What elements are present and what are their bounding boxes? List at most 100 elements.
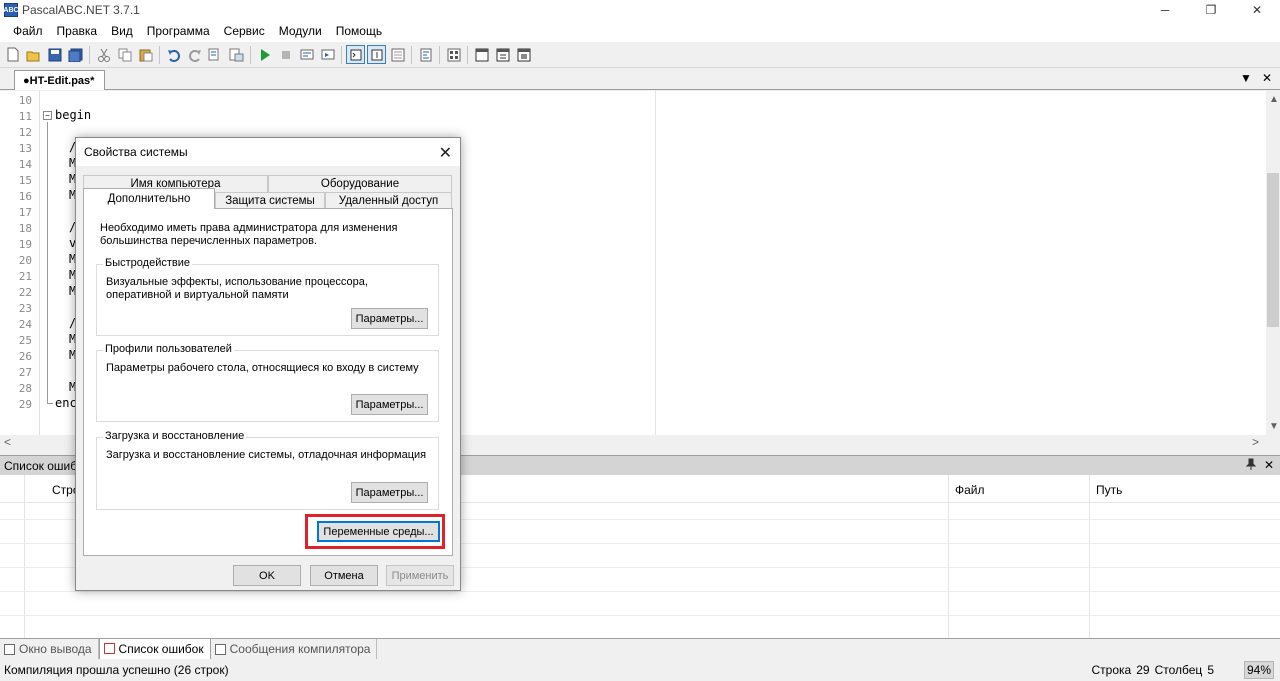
line-number: 22 [18,286,32,299]
startup-recovery-description: Загрузка и восстановление системы, отлад… [106,449,427,461]
step-icon[interactable] [297,45,316,64]
toolbar-separator [159,45,160,64]
window-title: PascalABC.NET 3.7.1 [22,3,140,17]
column-divider [948,475,949,638]
admin-notice: Необходимо иметь права администратора дл… [100,222,398,247]
stop-icon[interactable] [276,45,295,64]
zoom-level[interactable]: 94% [1244,661,1274,679]
highlight-box [305,514,445,549]
find-icon[interactable] [206,45,225,64]
copy-icon[interactable] [115,45,134,64]
tab-hardware[interactable]: Оборудование [268,175,452,192]
dialog-titlebar: Свойства системы ✕ [76,138,460,166]
user-profiles-settings-button[interactable]: Параметры... [351,394,428,415]
format-icon[interactable] [416,45,435,64]
user-profiles-group: Профили пользователей Параметры рабочего… [96,343,439,422]
menu-bar: Файл Правка Вид Программа Сервис Модули … [0,20,1280,42]
line-number-gutter: 10 11 12 13 14 15 16 17 18 19 20 21 22 2… [0,91,40,435]
apply-button[interactable]: Применить [386,565,454,586]
debug-icon[interactable] [444,45,463,64]
line-number: 27 [18,366,32,379]
startup-recovery-group: Загрузка и восстановление Загрузка и вос… [96,430,439,510]
performance-description: Визуальные эффекты, использование процес… [106,276,368,301]
menu-edit[interactable]: Правка [50,24,105,38]
menu-file[interactable]: Файл [6,24,50,38]
line-number: 20 [18,254,32,267]
scroll-left-icon[interactable]: < [4,435,11,449]
menu-view[interactable]: Вид [104,24,140,38]
line-number: 19 [18,238,32,251]
performance-group: Быстродействие Визуальные эффекты, испол… [96,257,439,336]
new-icon[interactable] [3,45,22,64]
startup-recovery-legend: Загрузка и восстановление [103,430,247,442]
open-icon[interactable] [24,45,43,64]
tab-close-icon[interactable]: ✕ [1262,71,1272,85]
app-icon: ABC [3,3,19,17]
scroll-up-icon[interactable]: ▲ [1269,94,1279,105]
save-icon[interactable] [45,45,64,64]
scrollbar-thumb[interactable] [1267,173,1279,327]
toolbar-separator [250,45,251,64]
dialog-title: Свойства системы [84,145,188,159]
tab-advanced[interactable]: Дополнительно [83,188,215,209]
startup-recovery-settings-button[interactable]: Параметры... [351,482,428,503]
tab-output[interactable]: Окно вывода [0,638,99,660]
toolbar-separator [341,45,342,64]
column-path[interactable]: Путь [1096,483,1122,497]
watch-icon[interactable] [388,45,407,64]
pin-icon[interactable] [1245,458,1257,473]
scroll-right-icon[interactable]: > [1252,435,1259,449]
ok-button[interactable]: OK [233,565,301,586]
cut-icon[interactable] [94,45,113,64]
fold-toggle-icon[interactable]: − [43,111,52,120]
right-margin-line [655,91,656,435]
form-icon[interactable] [472,45,491,64]
tab-compiler-messages[interactable]: Сообщения компилятора [211,638,378,660]
cancel-button[interactable]: Отмена [310,565,378,586]
close-button[interactable]: ✕ [1234,0,1280,20]
tab-menu-icon[interactable]: ▼ [1240,71,1252,85]
minimize-button[interactable]: ─ [1142,0,1188,20]
table-row [0,615,1280,616]
redo-icon[interactable] [185,45,204,64]
performance-settings-button[interactable]: Параметры... [351,308,428,329]
output-icon[interactable] [367,45,386,64]
menu-help[interactable]: Помощь [329,24,389,38]
menu-program[interactable]: Программа [140,24,217,38]
editor-vertical-scrollbar[interactable]: ▲ ▼ [1266,91,1280,435]
console-icon[interactable] [346,45,365,64]
undo-icon[interactable] [164,45,183,64]
line-number: 24 [18,318,32,331]
tab-error-list[interactable]: Список ошибок [98,638,211,660]
replace-icon[interactable] [227,45,246,64]
tab-remote[interactable]: Удаленный доступ [325,192,452,209]
status-col-value: 5 [1207,663,1214,677]
restore-button[interactable]: ❐ [1188,0,1234,20]
step-into-icon[interactable] [318,45,337,64]
dialog-close-icon[interactable]: ✕ [439,143,452,163]
panel-close-icon[interactable]: ✕ [1264,458,1274,473]
column-file[interactable]: Файл [955,483,985,497]
menu-service[interactable]: Сервис [217,24,272,38]
line-number: 10 [18,94,32,107]
scroll-down-icon[interactable]: ▼ [1269,421,1279,432]
status-message: Компиляция прошла успешно (26 строк) [4,663,229,677]
document-tab[interactable]: ●HT-Edit.pas* [14,70,106,90]
bottom-panel-tabs: Окно вывода Список ошибок Сообщения комп… [0,638,1280,660]
line-number: 16 [18,190,32,203]
fold-guide [47,122,48,404]
output-window-icon [4,643,15,655]
save-all-icon[interactable] [66,45,85,64]
table-row [0,591,1280,592]
compile-icon[interactable] [493,45,512,64]
toolbar-separator [439,45,440,64]
build-icon[interactable] [514,45,533,64]
menu-modules[interactable]: Модули [272,24,329,38]
paste-icon[interactable] [136,45,155,64]
tab-system-protection[interactable]: Защита системы [215,192,325,209]
advanced-tab-panel: Необходимо иметь права администратора дл… [83,208,453,556]
line-number: 21 [18,270,32,283]
title-bar: ABC PascalABC.NET 3.7.1 ─ ❐ ✕ [0,0,1280,20]
run-icon[interactable] [255,45,274,64]
line-number: 29 [18,398,32,411]
